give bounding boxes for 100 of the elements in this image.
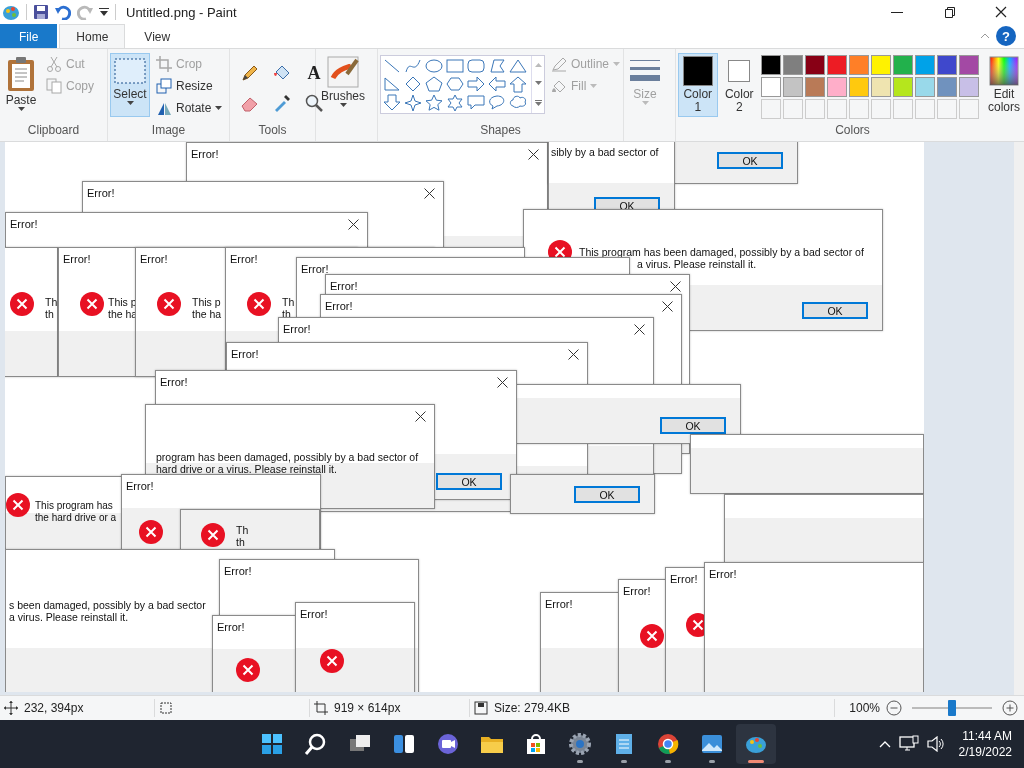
edit-colors-button[interactable]: Edit colors — [981, 53, 1024, 117]
palette-swatch[interactable] — [761, 77, 781, 97]
close-icon[interactable] — [528, 149, 539, 160]
palette-swatch[interactable] — [805, 55, 825, 75]
save-icon[interactable] — [33, 4, 49, 20]
ok-button[interactable]: OK — [436, 473, 502, 490]
palette-swatch[interactable] — [871, 77, 891, 97]
text-tool-button[interactable]: A — [302, 61, 326, 85]
rectangle-shape-icon[interactable] — [446, 58, 464, 75]
empty-color-slot[interactable] — [761, 99, 781, 119]
restore-icon[interactable] — [943, 6, 955, 18]
palette-swatch[interactable] — [915, 55, 935, 75]
empty-color-slot[interactable] — [937, 99, 957, 119]
canvas[interactable] — [5, 142, 924, 692]
empty-color-slot[interactable] — [959, 99, 979, 119]
empty-color-slot[interactable] — [871, 99, 891, 119]
help-button[interactable]: ? — [996, 26, 1016, 46]
palette-swatch[interactable] — [827, 77, 847, 97]
paint-palette-icon[interactable] — [2, 3, 20, 21]
close-icon[interactable] — [995, 6, 1007, 18]
palette-swatch[interactable] — [893, 77, 913, 97]
ribbon-button[interactable]: Rotate — [154, 97, 225, 119]
six-point-star-icon[interactable] — [446, 94, 464, 111]
empty-color-slot[interactable] — [805, 99, 825, 119]
palette-swatch[interactable] — [937, 55, 957, 75]
close-icon[interactable] — [415, 411, 426, 422]
select-button[interactable]: Select — [110, 53, 150, 117]
close-icon[interactable] — [497, 377, 508, 388]
ribbon-button[interactable]: Resize — [154, 75, 225, 97]
palette-swatch[interactable] — [805, 77, 825, 97]
palette-swatch[interactable] — [893, 55, 913, 75]
file-menu-tab[interactable]: File — [0, 24, 58, 48]
five-point-star-icon[interactable] — [425, 94, 443, 111]
empty-color-slot[interactable] — [827, 99, 847, 119]
network-icon[interactable] — [898, 735, 919, 753]
palette-swatch[interactable] — [783, 77, 803, 97]
ok-button[interactable]: OK — [717, 152, 783, 169]
close-icon[interactable] — [670, 281, 681, 292]
vertical-scrollbar[interactable] — [1014, 142, 1024, 695]
zoom-out-button[interactable] — [886, 700, 902, 716]
taskbar-app-button[interactable] — [736, 724, 777, 764]
diamond-shape-icon[interactable] — [404, 76, 422, 93]
ribbon-tab[interactable]: View — [127, 24, 188, 48]
right-arrow-shape-icon[interactable] — [467, 76, 485, 93]
polygon-shape-icon[interactable] — [488, 58, 506, 75]
pentagon-shape-icon[interactable] — [425, 76, 443, 93]
rounded-rectangle-icon[interactable] — [467, 58, 485, 75]
four-point-star-icon[interactable] — [404, 94, 422, 111]
palette-swatch[interactable] — [959, 77, 979, 97]
ok-button[interactable]: OK — [660, 417, 726, 434]
undo-icon[interactable] — [55, 4, 71, 20]
empty-color-slot[interactable] — [849, 99, 869, 119]
ok-button[interactable]: OK — [802, 302, 868, 319]
close-icon[interactable] — [424, 188, 435, 199]
slider-thumb[interactable] — [948, 700, 956, 716]
up-arrow-shape-icon[interactable] — [509, 76, 527, 93]
line-shape-icon[interactable] — [383, 58, 401, 75]
paste-button[interactable]: Paste — [2, 53, 40, 117]
palette-swatch[interactable] — [827, 55, 847, 75]
caret-icon — [613, 62, 621, 66]
close-icon[interactable] — [348, 219, 359, 230]
collapse-ribbon-icon[interactable] — [980, 33, 990, 39]
right-triangle-icon[interactable] — [383, 76, 401, 93]
empty-color-slot[interactable] — [893, 99, 913, 119]
chevron-up-icon[interactable] — [878, 740, 891, 748]
close-icon[interactable] — [568, 349, 579, 360]
scroll-up-icon[interactable] — [534, 63, 542, 68]
zoom-in-button[interactable] — [1002, 700, 1018, 716]
triangle-shape-icon[interactable] — [509, 58, 527, 75]
oval-shape-icon[interactable] — [425, 58, 443, 75]
empty-color-slot[interactable] — [783, 99, 803, 119]
down-arrow-shape-icon[interactable] — [383, 94, 401, 111]
palette-swatch[interactable] — [761, 55, 781, 75]
cloud-callout-icon[interactable] — [509, 94, 527, 111]
redo-icon[interactable] — [77, 4, 93, 20]
customize-caret-icon[interactable] — [99, 8, 109, 16]
clock-date[interactable]: 2/19/2022 — [958, 744, 1012, 760]
palette-swatch[interactable] — [915, 77, 935, 97]
palette-swatch[interactable] — [849, 55, 869, 75]
color-slot-button[interactable]: Color 1 — [678, 53, 718, 117]
scroll-down-icon[interactable] — [534, 81, 542, 86]
ok-button[interactable]: OK — [574, 486, 640, 503]
palette-swatch[interactable] — [849, 77, 869, 97]
oval-callout-icon[interactable] — [488, 94, 506, 111]
empty-color-slot[interactable] — [915, 99, 935, 119]
curve-shape-icon[interactable] — [404, 58, 422, 75]
volume-icon[interactable] — [926, 736, 945, 752]
close-icon[interactable] — [634, 324, 645, 335]
palette-swatch[interactable] — [937, 77, 957, 97]
expand-gallery-icon[interactable] — [534, 99, 542, 106]
palette-swatch[interactable] — [871, 55, 891, 75]
rect-callout-icon[interactable] — [467, 94, 485, 111]
palette-swatch[interactable] — [783, 55, 803, 75]
left-arrow-shape-icon[interactable] — [488, 76, 506, 93]
color-slot-button[interactable]: Color 2 — [719, 53, 759, 117]
clock-time[interactable]: 11:44 AM — [962, 728, 1012, 744]
hexagon-shape-icon[interactable] — [446, 76, 464, 93]
ribbon-tab[interactable]: Home — [59, 24, 126, 48]
close-icon[interactable] — [662, 301, 673, 312]
palette-swatch[interactable] — [959, 55, 979, 75]
